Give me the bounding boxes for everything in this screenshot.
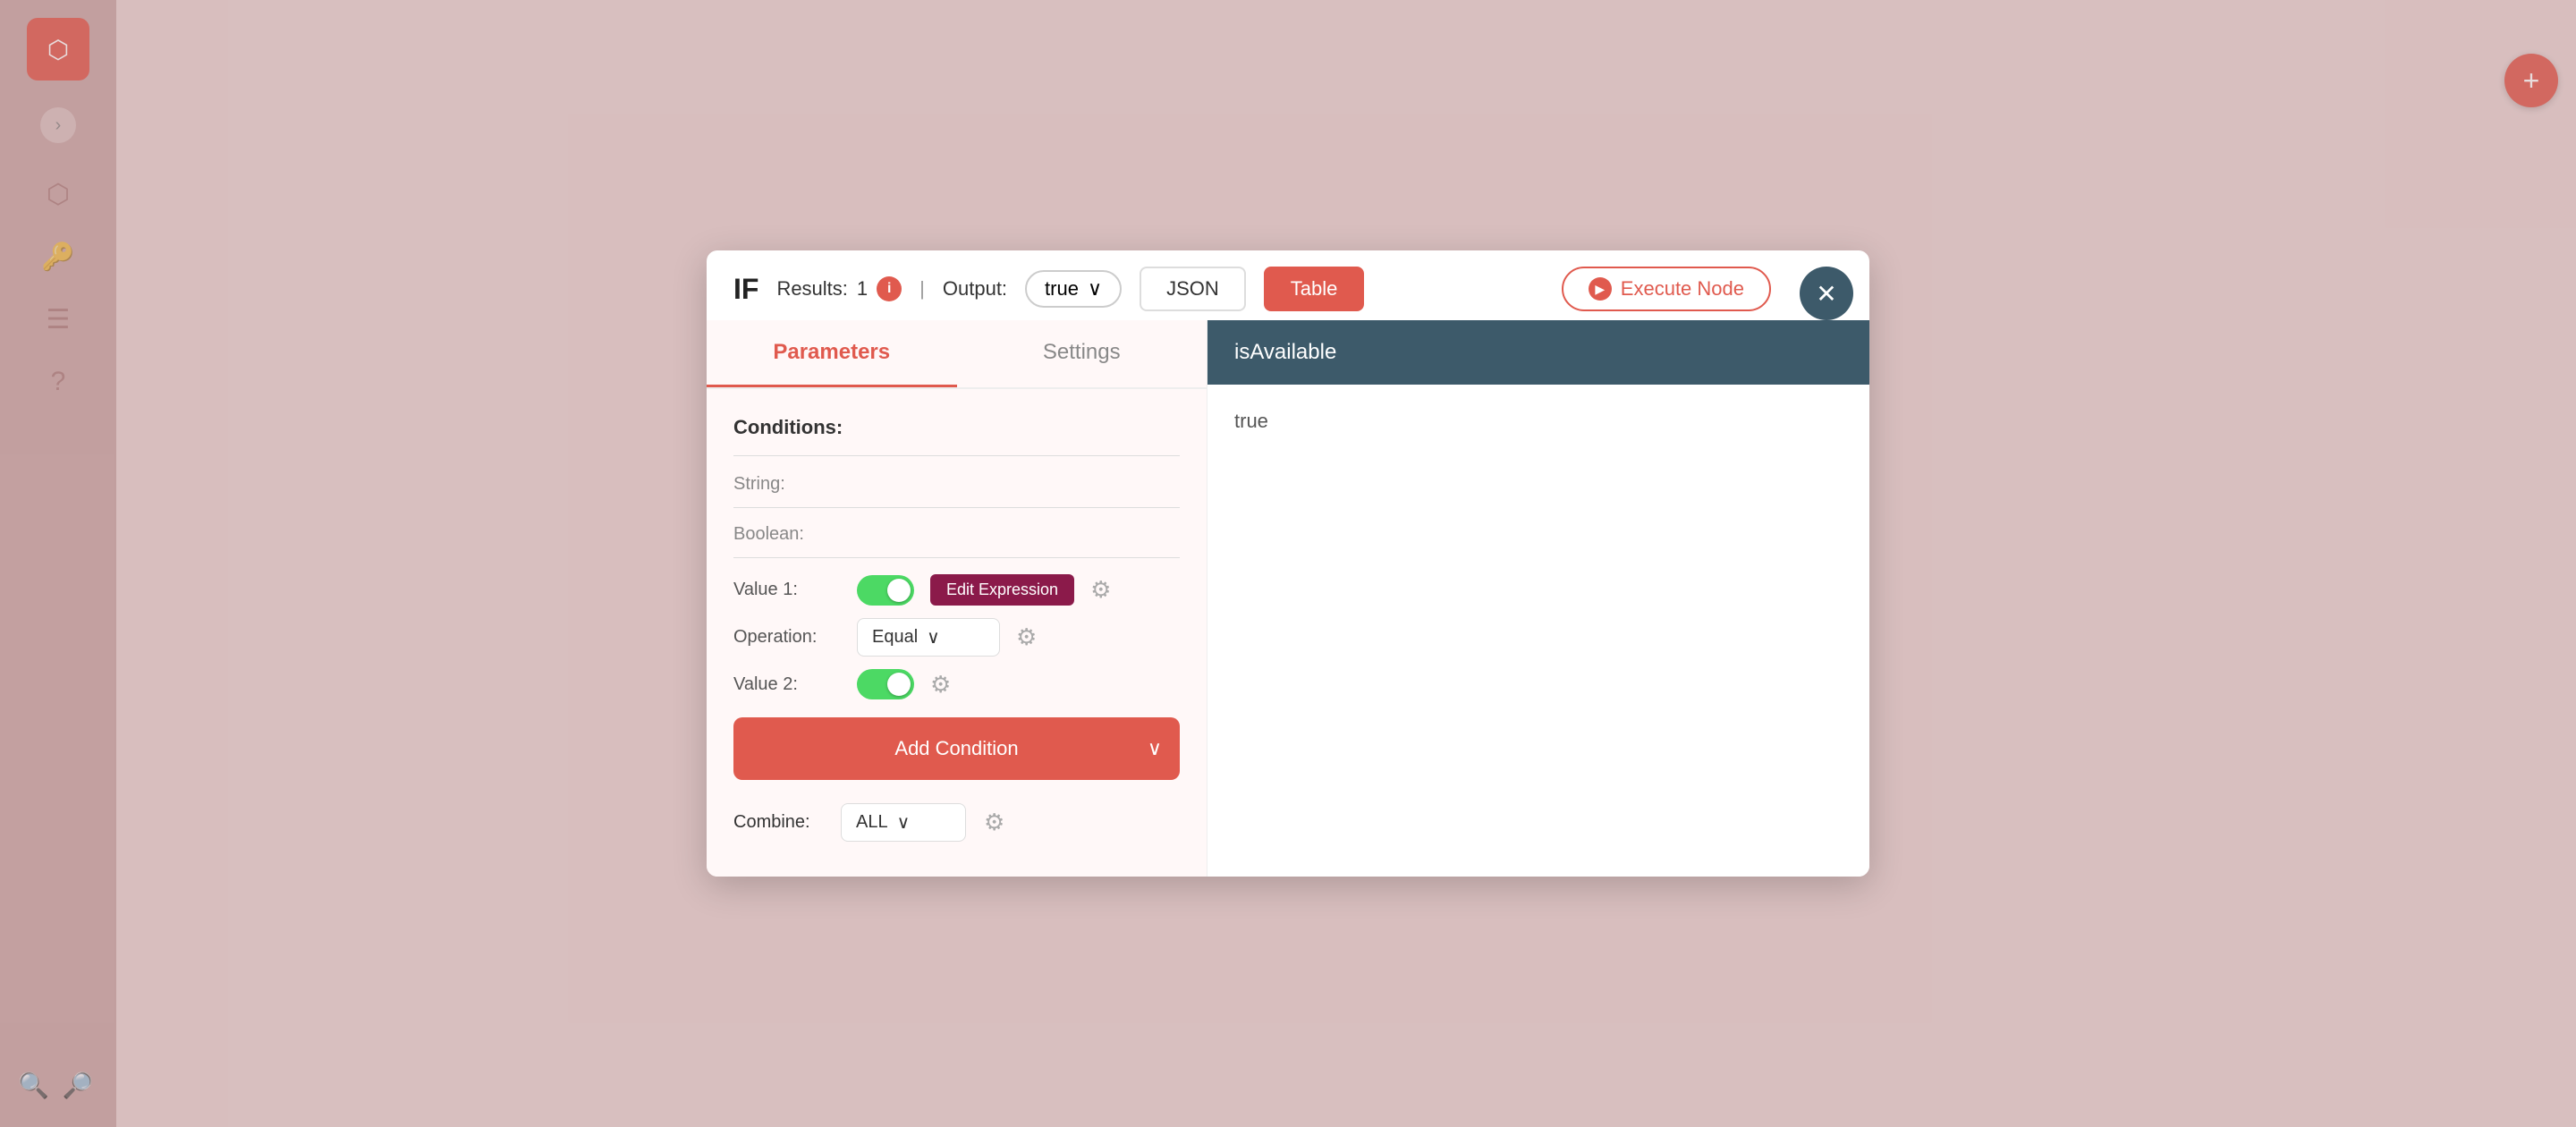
table-cell-value: true <box>1234 410 1268 432</box>
output-value: true <box>1045 277 1079 301</box>
add-condition-button[interactable]: Add Condition ∨ <box>733 717 1180 780</box>
operation-select[interactable]: Equal ∨ <box>857 618 1000 657</box>
string-divider <box>733 507 1180 508</box>
combine-gear-icon[interactable]: ⚙ <box>984 809 1004 836</box>
value1-gear-icon[interactable]: ⚙ <box>1090 576 1111 604</box>
modal-body: Parameters Settings Conditions: String: … <box>707 320 1869 877</box>
add-condition-chevron-icon: ∨ <box>1148 737 1162 760</box>
value2-row: Value 2: ⚙ <box>733 669 1180 699</box>
conditions-divider <box>733 455 1180 456</box>
left-panel: Parameters Settings Conditions: String: … <box>707 320 1208 877</box>
combine-row: Combine: ALL ∨ ⚙ <box>733 803 1180 842</box>
operation-chevron-icon: ∨ <box>927 626 940 648</box>
tab-settings[interactable]: Settings <box>957 320 1208 387</box>
table-column-header: isAvailable <box>1208 320 1869 385</box>
table-body: true <box>1208 385 1869 458</box>
value2-toggle[interactable] <box>857 669 914 699</box>
combine-value: ALL <box>856 812 888 833</box>
results-label: Results: <box>776 277 847 301</box>
value1-label: Value 1: <box>733 580 841 600</box>
string-label: String: <box>733 474 1180 495</box>
value2-gear-icon[interactable]: ⚙ <box>930 671 951 699</box>
combine-chevron-icon: ∨ <box>897 811 911 834</box>
value2-label: Value 2: <box>733 674 841 695</box>
value1-row: Value 1: Edit Expression ⚙ <box>733 574 1180 606</box>
edit-expression-button[interactable]: Edit Expression <box>930 574 1074 606</box>
operation-gear-icon[interactable]: ⚙ <box>1016 623 1037 651</box>
execute-label: Execute Node <box>1621 277 1744 301</box>
output-label: Output: <box>943 277 1007 301</box>
output-chevron-icon: ∨ <box>1088 277 1102 301</box>
modal-topbar: IF Results: 1 i | Output: true ∨ JSON Ta… <box>707 250 1869 320</box>
combine-label: Combine: <box>733 812 823 833</box>
json-button[interactable]: JSON <box>1140 267 1246 311</box>
modal-overlay: IF Results: 1 i | Output: true ∨ JSON Ta… <box>0 0 2576 1127</box>
panel-content: Conditions: String: Boolean: Value 1: Ed… <box>707 389 1207 869</box>
execute-node-button[interactable]: ▶ Execute Node <box>1562 267 1771 311</box>
close-button[interactable]: ✕ <box>1800 267 1853 320</box>
tabs: Parameters Settings <box>707 320 1207 389</box>
tab-parameters[interactable]: Parameters <box>707 320 957 387</box>
modal: IF Results: 1 i | Output: true ∨ JSON Ta… <box>707 250 1869 877</box>
combine-select[interactable]: ALL ∨ <box>841 803 966 842</box>
results-count: 1 <box>857 277 868 301</box>
results-info: Results: 1 i <box>776 276 902 301</box>
boolean-divider <box>733 557 1180 558</box>
conditions-label: Conditions: <box>733 416 1180 439</box>
separator: | <box>919 277 925 301</box>
operation-row: Operation: Equal ∨ ⚙ <box>733 618 1180 657</box>
operation-label: Operation: <box>733 627 841 648</box>
info-icon: i <box>877 276 902 301</box>
operation-value: Equal <box>872 627 918 648</box>
close-icon: ✕ <box>1816 279 1836 309</box>
table-button[interactable]: Table <box>1264 267 1365 311</box>
right-panel: isAvailable true <box>1208 320 1869 877</box>
boolean-label: Boolean: <box>733 524 1180 545</box>
output-dropdown[interactable]: true ∨ <box>1025 270 1122 308</box>
add-condition-label: Add Condition <box>894 737 1018 760</box>
play-icon: ▶ <box>1589 277 1612 301</box>
modal-title: IF <box>733 273 758 306</box>
value1-toggle[interactable] <box>857 575 914 606</box>
